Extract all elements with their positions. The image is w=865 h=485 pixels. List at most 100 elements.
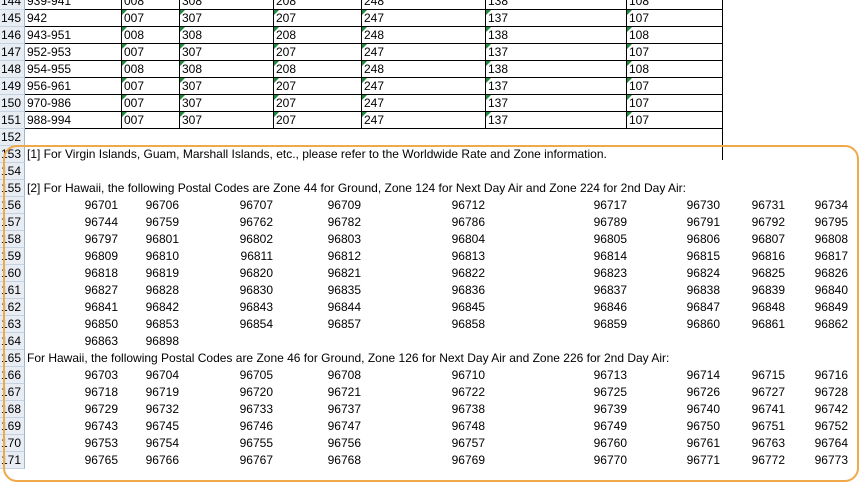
zone-cell[interactable]: 207 xyxy=(274,112,362,129)
postal-code-cell[interactable]: 96747 xyxy=(328,418,361,434)
row-header[interactable]: 154 xyxy=(0,163,25,180)
zone-cell[interactable]: 107 xyxy=(627,10,723,27)
postal-code-cell[interactable]: 96817 xyxy=(815,248,848,264)
row-header[interactable]: 161 xyxy=(0,282,25,299)
row-header[interactable]: 157 xyxy=(0,214,25,231)
sheet-row[interactable]: 148 954-955 008 308 208 248 138 108 xyxy=(0,61,865,78)
postal-code-cell[interactable]: 96840 xyxy=(815,282,848,298)
zone-cell[interactable]: 248 xyxy=(362,27,486,44)
postal-code-cell[interactable]: 96738 xyxy=(452,401,485,417)
zone-cell[interactable]: 208 xyxy=(274,0,362,10)
row-header[interactable]: 152 xyxy=(0,129,25,146)
sheet-row[interactable]: 168 96729 96732 96733 96737 96738 96739 96740 96… xyxy=(0,401,865,418)
sheet-row[interactable]: 166 96703 96704 96705 96708 96710 96713 96714 96… xyxy=(0,367,865,384)
postal-code-cell[interactable]: 96717 xyxy=(594,197,627,213)
postal-code-cell[interactable]: 96722 xyxy=(452,384,485,400)
sheet-row[interactable]: 153 [1] For Virgin Islands, Guam, Marshal… xyxy=(0,146,865,163)
zone-cell[interactable]: 307 xyxy=(180,78,274,95)
sheet-row[interactable]: 146 943-951 008 308 208 248 138 108 xyxy=(0,27,865,44)
zone-cell[interactable]: 308 xyxy=(180,27,274,44)
postal-code-cell[interactable]: 96854 xyxy=(240,316,273,332)
postal-code-cell[interactable]: 96725 xyxy=(594,384,627,400)
sheet-row[interactable]: 160 96818 96819 96820 96821 96822 96823 96824 96… xyxy=(0,265,865,282)
postal-code-cell[interactable]: 96731 xyxy=(752,197,785,213)
postal-code-cell[interactable]: 96771 xyxy=(687,452,720,468)
postal-code-cell[interactable]: 96828 xyxy=(146,282,179,298)
zone-cell[interactable]: 008 xyxy=(122,61,180,78)
zone-cell[interactable]: 207 xyxy=(274,95,362,112)
sheet-row[interactable]: 155 [2] For Hawaii, the following Postal … xyxy=(0,180,865,197)
postal-code-cell[interactable]: 96705 xyxy=(240,367,273,383)
postal-code-cell[interactable]: 96761 xyxy=(687,435,720,451)
zone-cell[interactable]: 138 xyxy=(486,0,627,10)
postal-code-cell[interactable]: 96714 xyxy=(687,367,720,383)
sheet-row[interactable]: 154 xyxy=(0,163,865,180)
zone-cell[interactable]: 248 xyxy=(362,0,486,10)
postal-code-cell[interactable]: 96755 xyxy=(240,435,273,451)
postal-code-cell[interactable]: 96745 xyxy=(146,418,179,434)
postal-code-cell[interactable]: 96801 xyxy=(146,231,179,247)
zone-cell[interactable]: 138 xyxy=(486,27,627,44)
postal-code-cell[interactable]: 96821 xyxy=(328,265,361,281)
postal-code-cell[interactable]: 96767 xyxy=(240,452,273,468)
postal-code-cell[interactable]: 96707 xyxy=(240,197,273,213)
postal-code-cell[interactable]: 96791 xyxy=(687,214,720,230)
postal-code-cell[interactable]: 96770 xyxy=(594,452,627,468)
row-header[interactable]: 144 xyxy=(0,0,25,10)
zip-range-cell[interactable]: 970-986 xyxy=(25,95,122,112)
zone-cell[interactable]: 138 xyxy=(486,61,627,78)
postal-code-cell[interactable]: 96741 xyxy=(752,401,785,417)
row-header[interactable]: 164 xyxy=(0,333,25,350)
zone-cell[interactable]: 308 xyxy=(180,0,274,10)
zone-cell[interactable]: 007 xyxy=(122,112,180,129)
sheet-row[interactable]: 164 96863 96898 xyxy=(0,333,865,350)
zone-cell[interactable]: 307 xyxy=(180,10,274,27)
zip-range-cell[interactable]: 939-941 xyxy=(25,0,122,10)
postal-code-cell[interactable]: 96719 xyxy=(146,384,179,400)
zone-cell[interactable]: 108 xyxy=(627,27,723,44)
postal-code-cell[interactable]: 96843 xyxy=(240,299,273,315)
row-header[interactable]: 169 xyxy=(0,418,25,435)
zone-cell[interactable]: 248 xyxy=(362,61,486,78)
postal-code-cell[interactable]: 96836 xyxy=(452,282,485,298)
postal-code-cell[interactable]: 96849 xyxy=(815,299,848,315)
postal-code-cell[interactable]: 96841 xyxy=(85,299,118,315)
postal-code-cell[interactable]: 96716 xyxy=(815,367,848,383)
sheet-row[interactable]: 169 96743 96745 96746 96747 96748 96749 96750 96… xyxy=(0,418,865,435)
postal-code-cell[interactable]: 96703 xyxy=(85,367,118,383)
zone-cell[interactable]: 137 xyxy=(486,95,627,112)
zone-cell[interactable]: 137 xyxy=(486,78,627,95)
zone-cell[interactable]: 208 xyxy=(274,27,362,44)
postal-code-cell[interactable]: 96819 xyxy=(146,265,179,281)
postal-code-cell[interactable]: 96749 xyxy=(594,418,627,434)
sheet-row[interactable]: 158 96797 96801 96802 96803 96804 96805 96806 96… xyxy=(0,231,865,248)
postal-code-cell[interactable]: 96837 xyxy=(594,282,627,298)
sheet-row[interactable]: 149 956-961 007 307 207 247 137 107 xyxy=(0,78,865,95)
row-header[interactable]: 155 xyxy=(0,180,25,197)
postal-code-cell[interactable]: 96701 xyxy=(85,197,118,213)
postal-code-cell[interactable]: 96729 xyxy=(85,401,118,417)
sheet-row[interactable]: 144 939-941 008 308 208 248 138 108 xyxy=(0,0,865,10)
postal-code-cell[interactable]: 96759 xyxy=(146,214,179,230)
postal-code-cell[interactable]: 96727 xyxy=(752,384,785,400)
postal-code-cell[interactable]: 96859 xyxy=(594,316,627,332)
zone-cell[interactable]: 007 xyxy=(122,95,180,112)
postal-code-cell[interactable]: 96814 xyxy=(594,248,627,264)
zone-cell[interactable]: 207 xyxy=(274,78,362,95)
zone-cell[interactable]: 107 xyxy=(627,112,723,129)
postal-code-cell[interactable]: 96842 xyxy=(146,299,179,315)
postal-code-cell[interactable]: 96803 xyxy=(328,231,361,247)
postal-code-cell[interactable]: 96807 xyxy=(752,231,785,247)
postal-code-cell[interactable]: 96816 xyxy=(752,248,785,264)
postal-code-cell[interactable]: 96753 xyxy=(85,435,118,451)
zone-cell[interactable]: 108 xyxy=(627,0,723,10)
row-header[interactable]: 147 xyxy=(0,44,25,61)
row-header[interactable]: 162 xyxy=(0,299,25,316)
zone-cell[interactable]: 007 xyxy=(122,44,180,61)
postal-code-cell[interactable]: 96764 xyxy=(815,435,848,451)
zone-cell[interactable]: 008 xyxy=(122,27,180,44)
postal-code-cell[interactable]: 96826 xyxy=(815,265,848,281)
zone-cell[interactable]: 208 xyxy=(274,61,362,78)
postal-code-cell[interactable]: 96742 xyxy=(815,401,848,417)
postal-code-cell[interactable]: 96815 xyxy=(687,248,720,264)
